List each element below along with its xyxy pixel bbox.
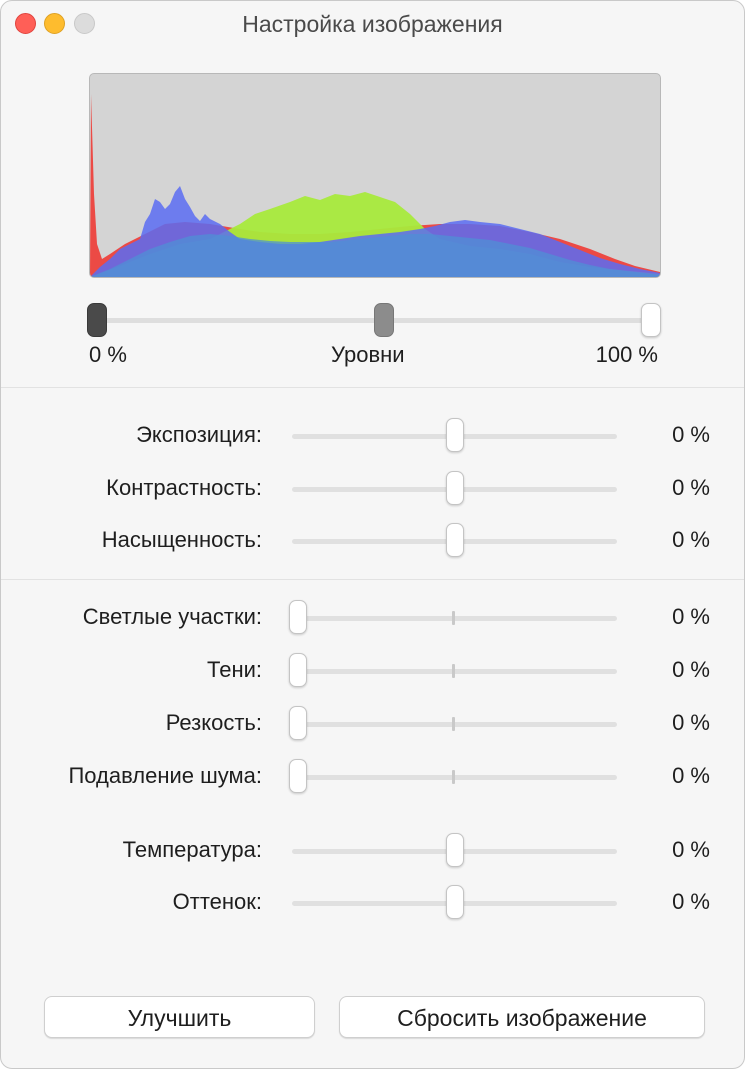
- noise-reduction-row: Подавление шума: 0 %: [1, 757, 744, 797]
- sharpness-slider-knob[interactable]: [289, 706, 307, 740]
- saturation-slider-knob[interactable]: [445, 523, 464, 557]
- tint-value: 0 %: [672, 889, 710, 914]
- window-title: Настройка изображения: [242, 11, 503, 37]
- levels-slider-track[interactable]: [97, 318, 649, 323]
- sharpness-label: Резкость:: [165, 710, 262, 735]
- exposure-slider-knob[interactable]: [445, 418, 464, 452]
- shadows-row: Тени: 0 %: [1, 651, 744, 691]
- exposure-row: Экспозиция: 0 %: [1, 416, 744, 456]
- shadows-label: Тени:: [207, 657, 262, 682]
- exposure-label: Экспозиция:: [136, 422, 262, 447]
- noise-reduction-center-tick: [452, 770, 455, 784]
- levels-max-label: 100 %: [595, 342, 658, 367]
- tint-label: Оттенок:: [172, 889, 262, 914]
- sharpness-value: 0 %: [672, 710, 710, 735]
- highlights-center-tick: [452, 611, 455, 625]
- levels-min-label: 0 %: [89, 342, 127, 367]
- temperature-label: Температура:: [122, 837, 262, 862]
- histogram-graph: [90, 94, 660, 277]
- reset-image-button[interactable]: Сбросить изображение: [339, 996, 705, 1038]
- tint-slider-knob[interactable]: [445, 885, 464, 919]
- levels-title: Уровни: [331, 342, 405, 367]
- highlights-row: Светлые участки: 0 %: [1, 598, 744, 638]
- title-bar: Настройка изображения: [1, 1, 744, 47]
- sharpness-row: Резкость: 0 %: [1, 704, 744, 744]
- levels-midtone-handle[interactable]: [374, 303, 394, 337]
- temperature-slider-knob[interactable]: [445, 833, 464, 867]
- noise-reduction-slider-knob[interactable]: [289, 759, 307, 793]
- section-divider: [1, 387, 744, 388]
- section-divider: [1, 579, 744, 580]
- levels-white-point-handle[interactable]: [641, 303, 661, 337]
- image-adjust-window: Настройка изображения 0 % Уровни 100 % Э…: [0, 0, 745, 1069]
- histogram: [89, 73, 661, 278]
- highlights-slider-knob[interactable]: [289, 600, 307, 634]
- contrast-row: Контрастность: 0 %: [1, 469, 744, 509]
- levels-black-point-handle[interactable]: [87, 303, 107, 337]
- contrast-label: Контрастность:: [106, 475, 262, 500]
- noise-reduction-label: Подавление шума:: [68, 763, 262, 788]
- exposure-value: 0 %: [672, 422, 710, 447]
- highlights-label: Светлые участки:: [82, 604, 262, 629]
- enhance-button[interactable]: Улучшить: [44, 996, 315, 1038]
- noise-reduction-value: 0 %: [672, 763, 710, 788]
- sharpness-center-tick: [452, 717, 455, 731]
- temperature-row: Температура: 0 %: [1, 831, 744, 871]
- contrast-value: 0 %: [672, 475, 710, 500]
- shadows-value: 0 %: [672, 657, 710, 682]
- shadows-slider-knob[interactable]: [289, 653, 307, 687]
- shadows-center-tick: [452, 664, 455, 678]
- tint-row: Оттенок: 0 %: [1, 883, 744, 923]
- contrast-slider-knob[interactable]: [445, 471, 464, 505]
- saturation-value: 0 %: [672, 527, 710, 552]
- saturation-row: Насыщенность: 0 %: [1, 521, 744, 561]
- temperature-value: 0 %: [672, 837, 710, 862]
- saturation-label: Насыщенность:: [101, 527, 262, 552]
- highlights-value: 0 %: [672, 604, 710, 629]
